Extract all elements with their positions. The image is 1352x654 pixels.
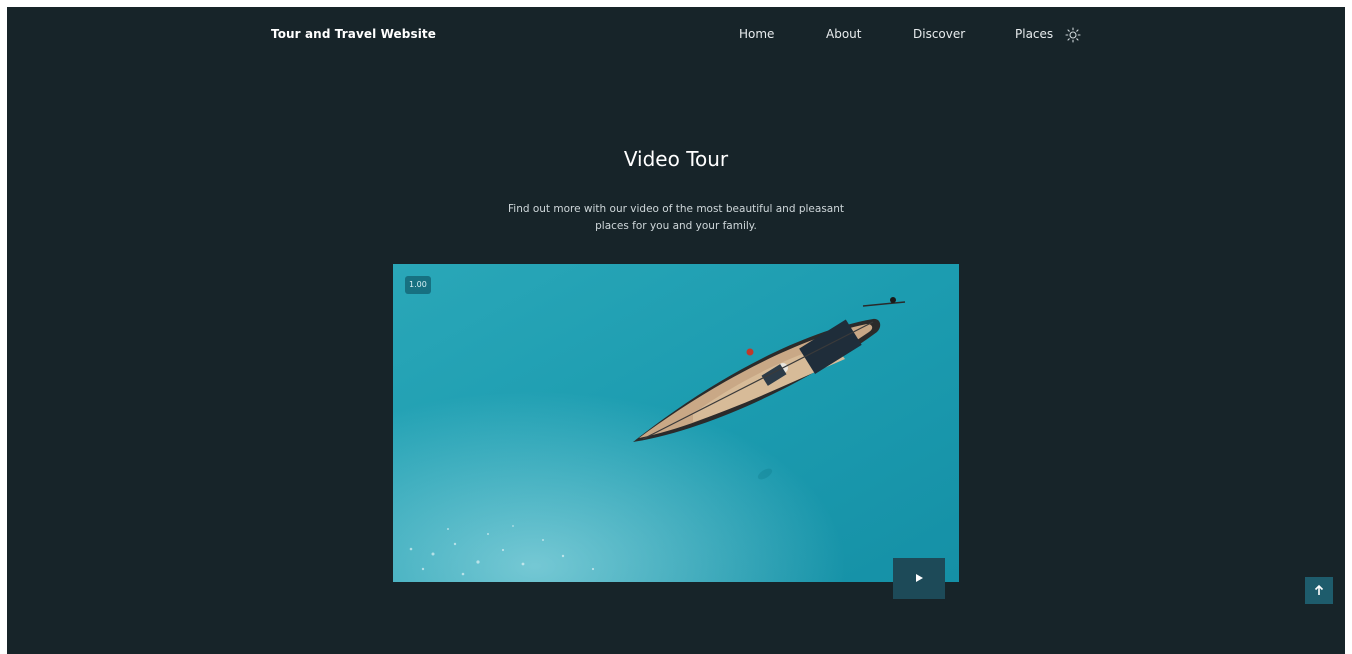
main-nav: Home About Discover Places	[7, 27, 1345, 45]
nav-discover[interactable]: Discover	[913, 27, 965, 41]
nav-home[interactable]: Home	[739, 27, 774, 41]
arrow-up-icon	[1314, 584, 1324, 595]
video-frame	[393, 264, 959, 582]
section-description: Find out more with our video of the most…	[508, 203, 844, 232]
nav-about[interactable]: About	[826, 27, 861, 41]
page: Tour and Travel Website Home About Disco…	[7, 7, 1345, 654]
sun-icon	[1065, 27, 1081, 43]
playback-rate-badge: 1.00	[405, 276, 431, 294]
section-title: Video Tour	[623, 147, 729, 171]
play-icon	[916, 574, 923, 582]
play-button[interactable]	[893, 558, 945, 599]
nav-places[interactable]: Places	[1015, 27, 1053, 41]
video-player[interactable]: 1.00	[393, 264, 959, 582]
scroll-to-top-button[interactable]	[1305, 577, 1333, 604]
theme-toggle-button[interactable]	[1065, 27, 1081, 43]
